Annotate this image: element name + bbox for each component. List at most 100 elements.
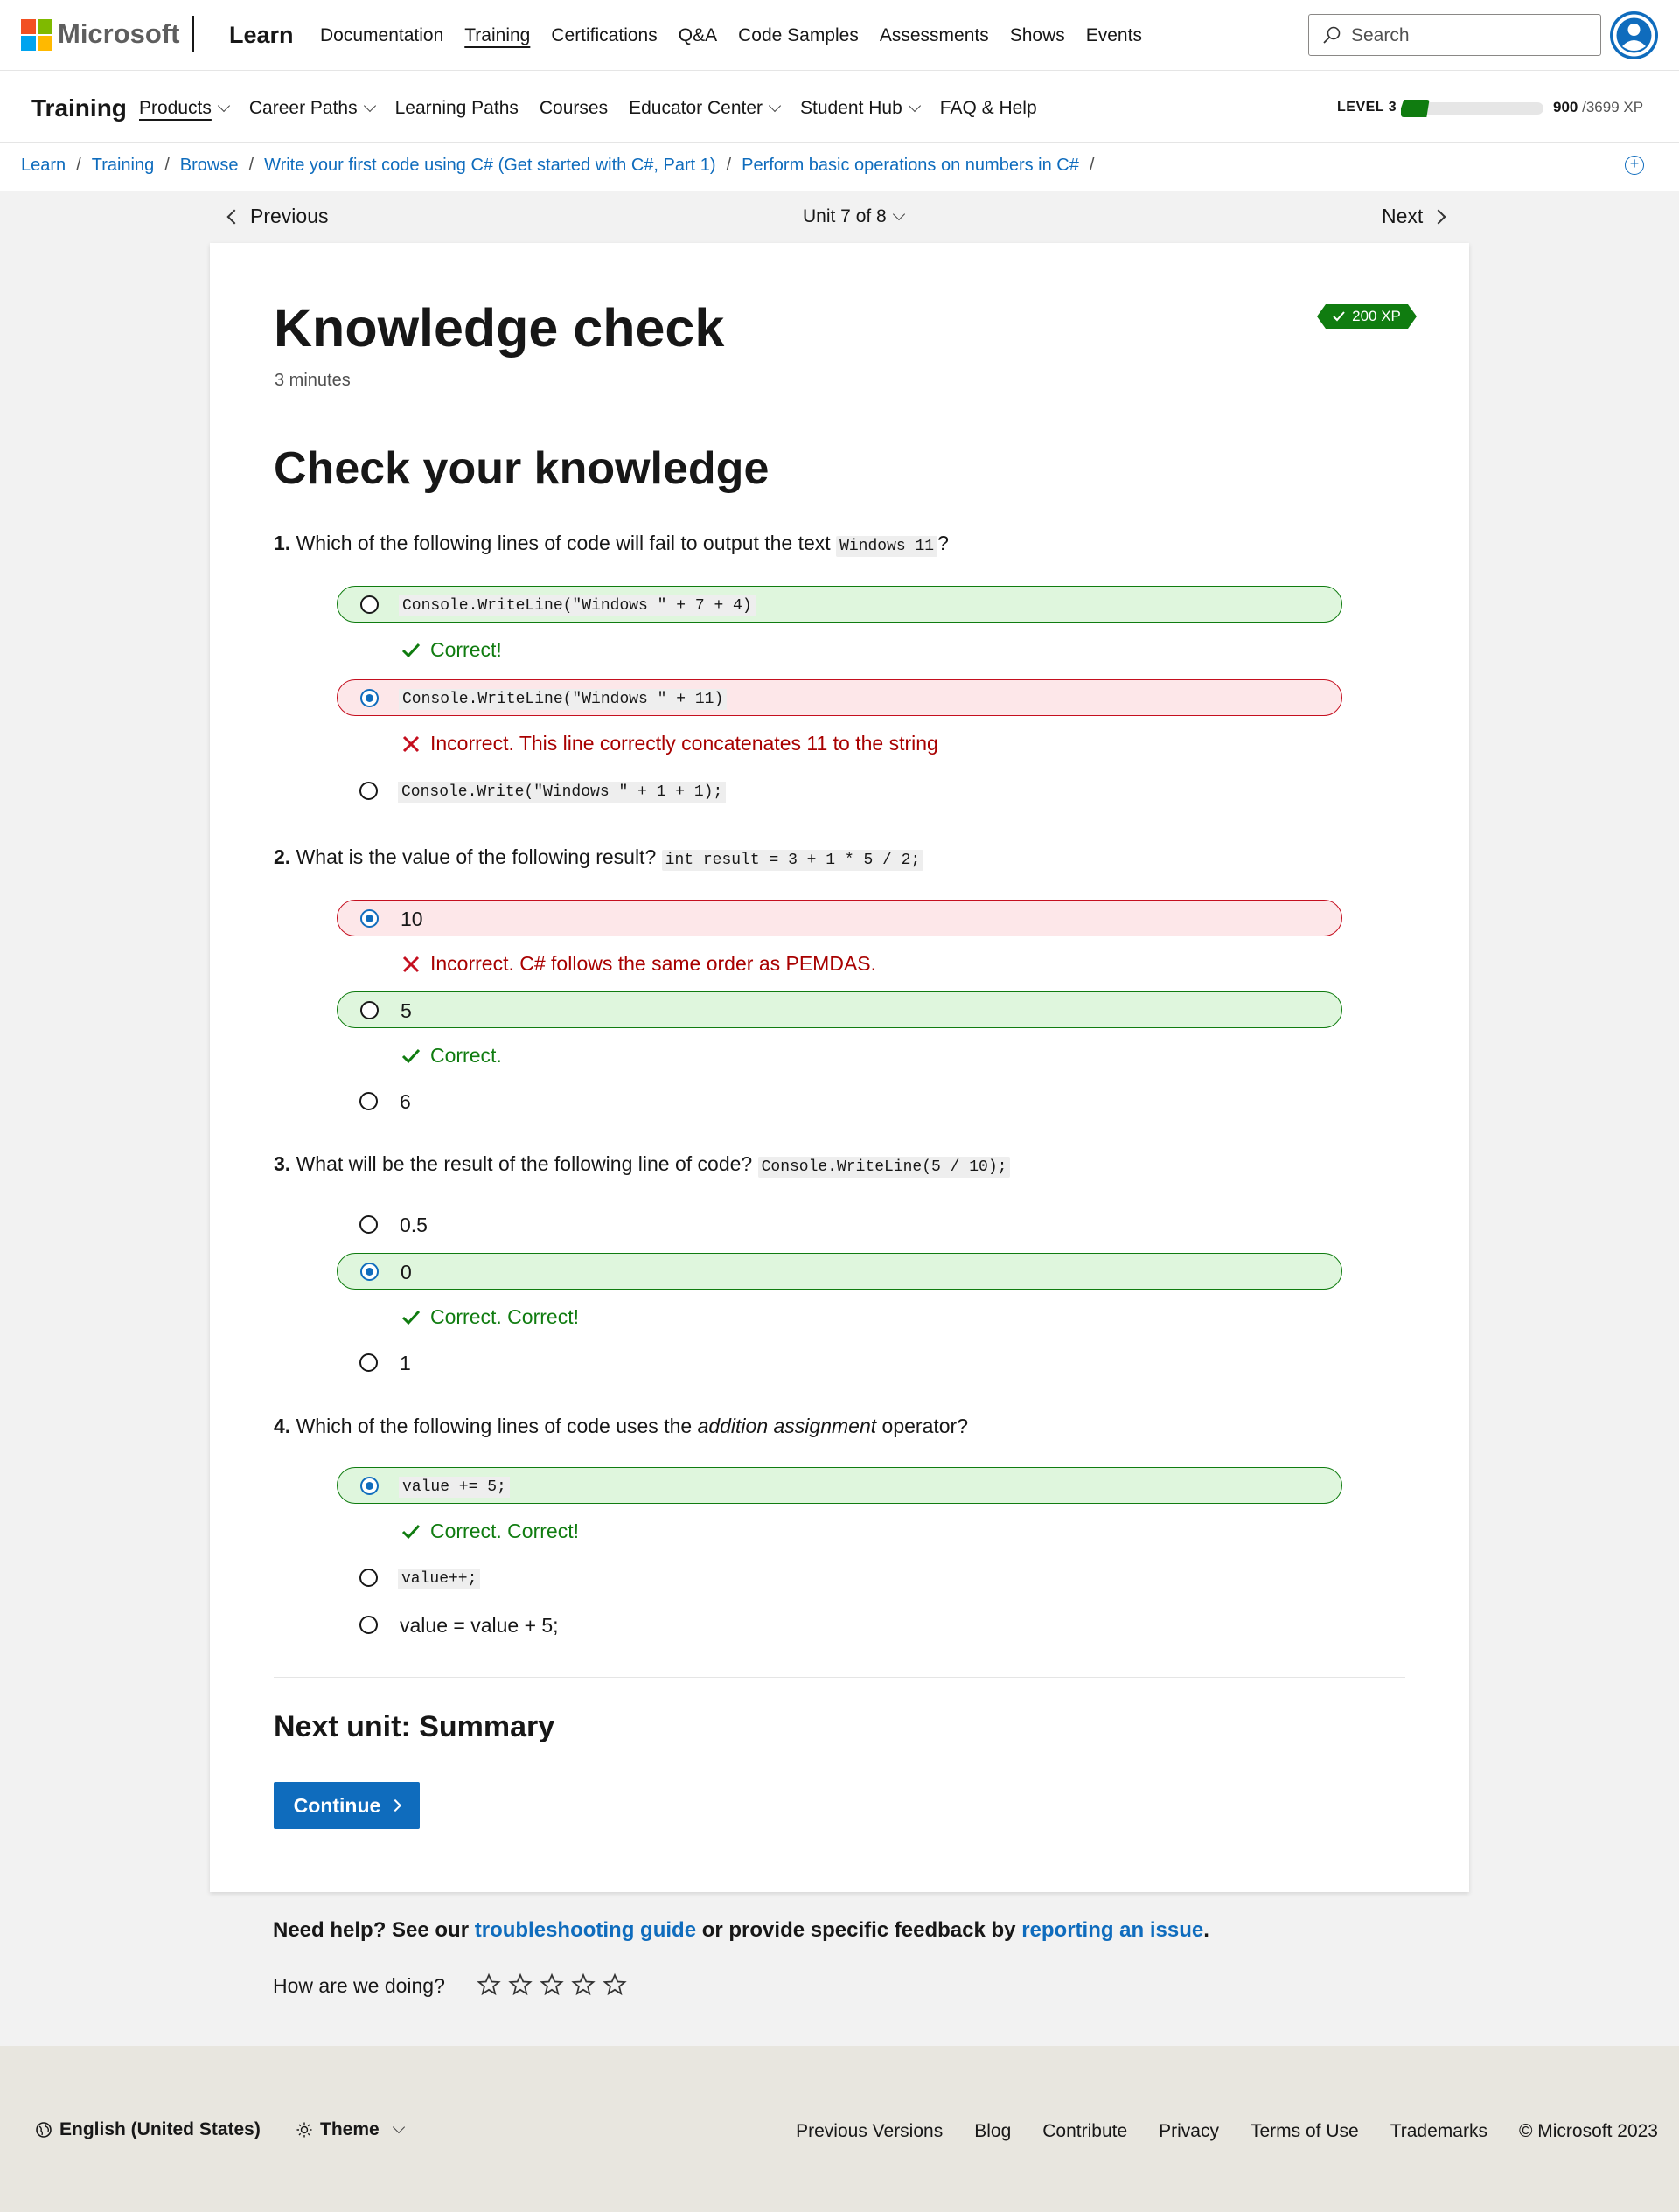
subnav-courses[interactable]: Courses: [540, 98, 608, 119]
chevron-down-icon: [392, 2120, 405, 2134]
chevron-down-icon: [363, 99, 376, 113]
add-plus-icon[interactable]: +: [1625, 156, 1644, 175]
radio-button[interactable]: [359, 1616, 378, 1634]
xp-progress-text[interactable]: 900 /3699 XP: [1553, 99, 1643, 116]
continue-button[interactable]: Continue: [274, 1782, 420, 1829]
microsoft-logo-icon[interactable]: [21, 19, 52, 51]
nav-events[interactable]: Events: [1086, 25, 1142, 46]
report-issue-link[interactable]: reporting an issue: [1021, 1918, 1203, 1942]
help-text: Need help? See our troubleshooting guide…: [273, 1918, 1209, 1943]
subnav-student-hub[interactable]: Student Hub: [800, 98, 921, 119]
answer-option[interactable]: Console.WriteLine("Windows " + 11): [337, 679, 1342, 716]
profile-avatar[interactable]: [1610, 11, 1658, 59]
nav-training[interactable]: Training: [464, 25, 530, 46]
breadcrumb-learn[interactable]: Learn: [21, 156, 66, 176]
training-subheader: Training Products Career Paths Learning …: [0, 72, 1679, 143]
help-middle: or provide specific feedback by: [701, 1918, 1016, 1942]
feedback-correct: Correct!: [401, 638, 502, 662]
answer-option[interactable]: 10: [337, 900, 1342, 936]
section-title: Check your knowledge: [274, 443, 770, 494]
answer-option[interactable]: 5: [337, 991, 1342, 1028]
unit-counter-dropdown[interactable]: Unit 7 of 8: [803, 206, 905, 227]
subnav-products[interactable]: Products: [139, 98, 230, 119]
radio-button[interactable]: [359, 1215, 378, 1234]
subnav-label: Career Paths: [248, 98, 358, 118]
subnav-faq-help[interactable]: FAQ & Help: [940, 98, 1037, 119]
copyright: © Microsoft 2023: [1518, 2121, 1658, 2141]
radio-button[interactable]: [359, 1569, 378, 1587]
answer-option[interactable]: 0.5: [337, 1207, 1342, 1243]
radio-button[interactable]: [360, 595, 379, 614]
breadcrumb-unit[interactable]: Perform basic operations on numbers in C…: [742, 156, 1079, 176]
breadcrumb-training[interactable]: Training: [92, 156, 155, 176]
divider: [274, 1677, 1405, 1678]
subnav-label: Products: [139, 98, 212, 118]
radio-button[interactable]: [359, 1353, 378, 1372]
star-icon[interactable]: [540, 1972, 564, 1997]
unit-navigation: Previous Unit 7 of 8 Next: [0, 191, 1679, 243]
subnav-learning-paths[interactable]: Learning Paths: [395, 98, 519, 119]
question-code: int result = 3 + 1 * 5 / 2;: [661, 850, 924, 871]
radio-button-selected[interactable]: [360, 1477, 379, 1495]
star-icon[interactable]: [508, 1972, 533, 1997]
theme-selector[interactable]: Theme: [296, 2119, 405, 2140]
radio-button-selected[interactable]: [360, 1263, 379, 1281]
language-selector[interactable]: English (United States): [35, 2119, 261, 2140]
chevron-right-icon: [1431, 209, 1446, 224]
subnav-educator-center[interactable]: Educator Center: [629, 98, 782, 119]
radio-button-selected[interactable]: [360, 689, 379, 707]
breadcrumb-separator: /: [248, 156, 254, 175]
xp-total: /3699 XP: [1582, 99, 1644, 115]
radio-button-selected[interactable]: [360, 909, 379, 928]
breadcrumb-module[interactable]: Write your first code using C# (Get star…: [264, 156, 715, 176]
next-unit-link[interactable]: Next: [1382, 205, 1446, 228]
answer-option[interactable]: Console.Write("Windows " + 1 + 1);: [337, 773, 1342, 810]
option-label: value = value + 5;: [400, 1614, 559, 1637]
troubleshooting-link[interactable]: troubleshooting guide: [475, 1918, 696, 1942]
answer-option[interactable]: value += 5;: [337, 1467, 1342, 1504]
learn-home-link[interactable]: Learn: [229, 22, 294, 49]
training-title[interactable]: Training: [31, 94, 127, 122]
footer-link-privacy[interactable]: Privacy: [1159, 2121, 1219, 2142]
footer-link-terms[interactable]: Terms of Use: [1251, 2121, 1359, 2142]
footer-link-blog[interactable]: Blog: [974, 2121, 1011, 2142]
answer-option[interactable]: 1: [337, 1345, 1342, 1381]
answer-option[interactable]: value = value + 5;: [337, 1607, 1342, 1644]
nav-shows[interactable]: Shows: [1010, 25, 1065, 46]
question-text: What will be the result of the following…: [296, 1152, 753, 1175]
feedback-correct: Correct. Correct!: [401, 1520, 579, 1543]
option-label: 1: [400, 1352, 411, 1374]
star-icon[interactable]: [477, 1972, 501, 1997]
footer-link-trademarks[interactable]: Trademarks: [1390, 2121, 1487, 2142]
feedback-text: Incorrect. This line correctly concatena…: [430, 732, 938, 755]
feedback-correct: Correct. Correct!: [401, 1305, 579, 1329]
previous-unit-link[interactable]: Previous: [226, 205, 328, 228]
radio-button[interactable]: [359, 782, 378, 800]
nav-qa[interactable]: Q&A: [679, 25, 717, 46]
radio-button[interactable]: [360, 1001, 379, 1019]
breadcrumb-browse[interactable]: Browse: [180, 156, 239, 176]
answer-option[interactable]: 6: [337, 1083, 1342, 1120]
search-input[interactable]: Search: [1308, 14, 1601, 56]
help-prefix: Need help? See our: [273, 1918, 470, 1942]
footer-link-previous-versions[interactable]: Previous Versions: [796, 2121, 943, 2142]
answer-option[interactable]: value++;: [337, 1560, 1342, 1596]
nav-code-samples[interactable]: Code Samples: [738, 25, 859, 46]
check-icon: [1333, 311, 1345, 322]
answer-option[interactable]: Console.WriteLine("Windows " + 7 + 4): [337, 586, 1342, 623]
radio-button[interactable]: [359, 1092, 378, 1110]
subnav-label: Learning Paths: [394, 98, 519, 118]
footer-link-contribute[interactable]: Contribute: [1042, 2121, 1127, 2142]
footer-links: Previous Versions Blog Contribute Privac…: [796, 2121, 1658, 2142]
nav-documentation[interactable]: Documentation: [320, 25, 443, 46]
microsoft-brand-link[interactable]: Microsoft: [58, 18, 180, 50]
question-2: 2. What is the value of the following re…: [274, 845, 924, 871]
answer-option[interactable]: 0: [337, 1253, 1342, 1290]
star-icon[interactable]: [603, 1972, 627, 1997]
star-icon[interactable]: [571, 1972, 596, 1997]
subnav-career-paths[interactable]: Career Paths: [248, 98, 376, 119]
check-icon: [401, 1048, 421, 1063]
nav-certifications[interactable]: Certifications: [551, 25, 657, 46]
nav-assessments[interactable]: Assessments: [880, 25, 989, 46]
question-1: 1. Which of the following lines of code …: [274, 532, 949, 557]
